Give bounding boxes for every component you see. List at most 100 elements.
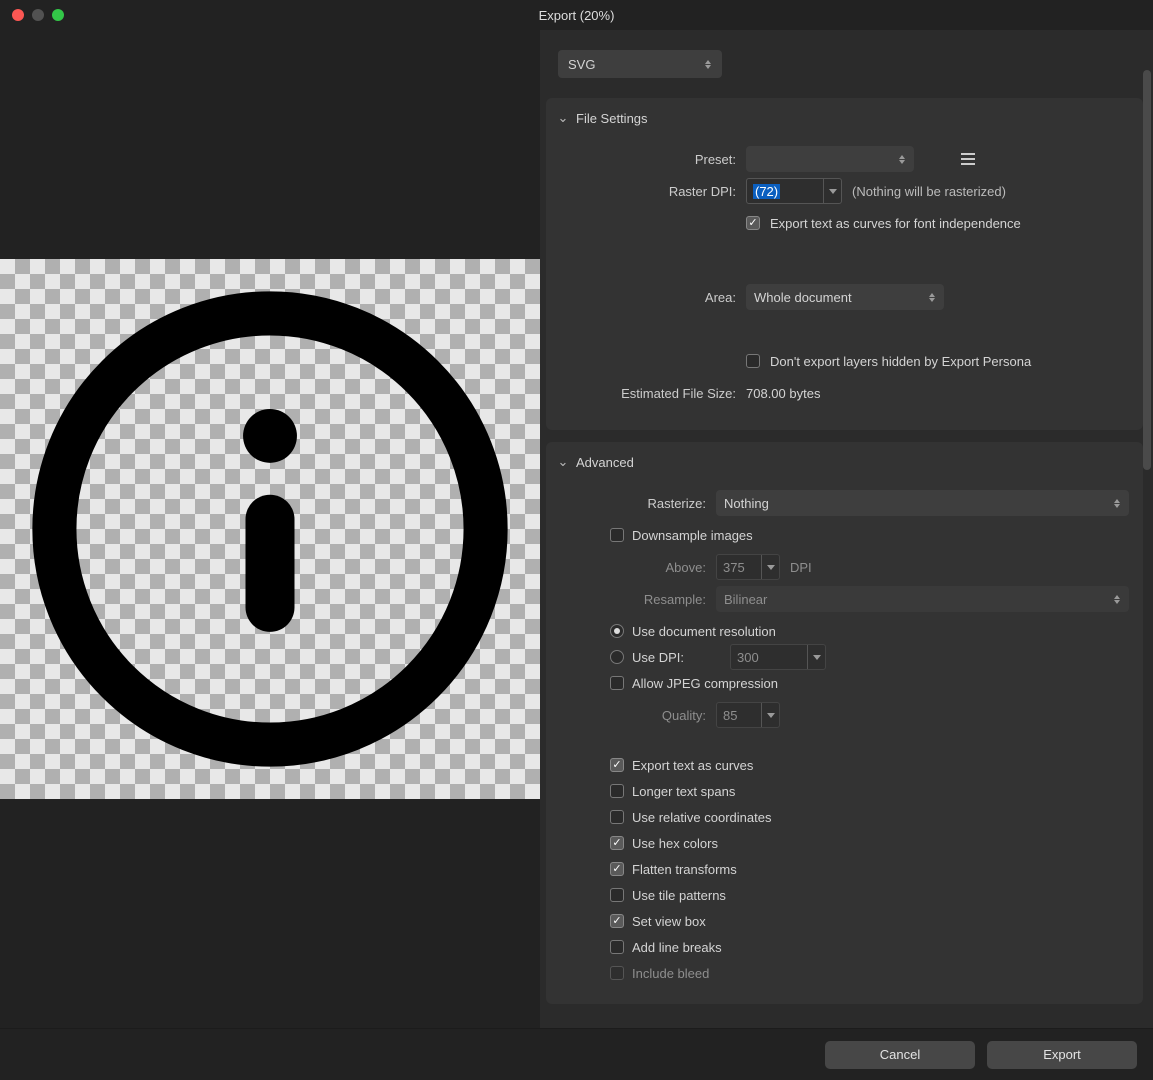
advanced-option-row: Export text as curves <box>610 752 1129 778</box>
quality-input[interactable]: 85 <box>716 702 780 728</box>
format-value: SVG <box>568 57 595 72</box>
advanced-option-label: Use relative coordinates <box>632 810 771 825</box>
advanced-option-checkbox <box>610 966 624 980</box>
info-icon <box>25 284 515 774</box>
above-input[interactable]: 375 <box>716 554 780 580</box>
raster-dpi-input[interactable]: (72) <box>746 178 842 204</box>
file-settings-section: ⌄ File Settings Preset: <box>546 98 1143 430</box>
area-value: Whole document <box>754 290 852 305</box>
stepper-arrows-icon <box>1113 595 1121 604</box>
preview-pane <box>0 30 540 1028</box>
advanced-option-label: Set view box <box>632 914 706 929</box>
advanced-option-label: Export text as curves <box>632 758 753 773</box>
use-dpi-label: Use DPI: <box>632 650 684 665</box>
advanced-option-checkbox[interactable] <box>610 758 624 772</box>
advanced-option-checkbox[interactable] <box>610 810 624 824</box>
advanced-option-row: Use relative coordinates <box>610 804 1129 830</box>
export-text-curves-label: Export text as curves for font independe… <box>770 216 1021 231</box>
use-dpi-radio[interactable] <box>610 650 624 664</box>
raster-dpi-value: (72) <box>753 184 780 199</box>
advanced-option-checkbox[interactable] <box>610 784 624 798</box>
settings-scroll[interactable]: ⌄ File Settings Preset: <box>540 98 1153 1028</box>
advanced-option-row: Flatten transforms <box>610 856 1129 882</box>
format-row: SVG <box>540 30 1153 98</box>
resample-dropdown[interactable]: Bilinear <box>716 586 1129 612</box>
allow-jpeg-checkbox[interactable] <box>610 676 624 690</box>
chevron-down-icon: ⌄ <box>556 110 570 126</box>
advanced-option-label: Use tile patterns <box>632 888 726 903</box>
quality-label: Quality: <box>556 708 716 723</box>
chevron-down-icon <box>813 655 821 660</box>
resample-label: Resample: <box>556 592 716 607</box>
rasterize-dropdown[interactable]: Nothing <box>716 490 1129 516</box>
section-title: Advanced <box>576 455 634 470</box>
hamburger-icon <box>961 153 975 165</box>
downsample-checkbox[interactable] <box>610 528 624 542</box>
dont-export-hidden-label: Don't export layers hidden by Export Per… <box>770 354 1031 369</box>
chevron-down-icon <box>829 189 837 194</box>
stepper-arrows-icon <box>928 293 936 302</box>
advanced-option-label: Use hex colors <box>632 836 718 851</box>
advanced-header[interactable]: ⌄ Advanced <box>556 452 1129 484</box>
dont-export-hidden-checkbox[interactable] <box>746 354 760 368</box>
stepper-arrows-icon <box>898 155 906 164</box>
estimated-size-label: Estimated File Size: <box>556 386 746 401</box>
export-dialog: Export (20%) SVG <box>0 0 1153 1080</box>
advanced-option-checkbox[interactable] <box>610 888 624 902</box>
cancel-label: Cancel <box>880 1047 920 1062</box>
export-button[interactable]: Export <box>987 1041 1137 1069</box>
cancel-button[interactable]: Cancel <box>825 1041 975 1069</box>
quality-value: 85 <box>723 708 761 723</box>
settings-pane: SVG ⌄ File Settings Preset: <box>540 30 1153 1028</box>
titlebar: Export (20%) <box>0 0 1153 30</box>
advanced-option-row: Add line breaks <box>610 934 1129 960</box>
export-text-curves-checkbox[interactable] <box>746 216 760 230</box>
advanced-option-row: Set view box <box>610 908 1129 934</box>
chevron-down-icon <box>767 713 775 718</box>
dialog-footer: Cancel Export <box>0 1028 1153 1080</box>
advanced-option-row: Use tile patterns <box>610 882 1129 908</box>
advanced-option-checkbox[interactable] <box>610 862 624 876</box>
preview-canvas <box>0 259 540 799</box>
above-value: 375 <box>723 560 761 575</box>
chevron-down-icon: ⌄ <box>556 454 570 470</box>
chevron-down-icon <box>767 565 775 570</box>
advanced-option-checkbox[interactable] <box>610 914 624 928</box>
advanced-option-label: Longer text spans <box>632 784 735 799</box>
advanced-option-row: Longer text spans <box>610 778 1129 804</box>
advanced-option-label: Include bleed <box>632 966 709 981</box>
window-title: Export (20%) <box>0 8 1153 23</box>
raster-dpi-label: Raster DPI: <box>556 184 746 199</box>
preset-menu-button[interactable] <box>956 147 980 171</box>
above-unit: DPI <box>790 560 812 575</box>
use-document-resolution-label: Use document resolution <box>632 624 776 639</box>
use-dpi-input[interactable]: 300 <box>730 644 826 670</box>
advanced-option-checkbox[interactable] <box>610 940 624 954</box>
stepper-arrows-icon <box>704 60 712 69</box>
export-label: Export <box>1043 1047 1081 1062</box>
area-label: Area: <box>556 290 746 305</box>
rasterize-value: Nothing <box>724 496 769 511</box>
resample-value: Bilinear <box>724 592 767 607</box>
advanced-option-label: Flatten transforms <box>632 862 737 877</box>
advanced-option-checkbox[interactable] <box>610 836 624 850</box>
scrollbar[interactable] <box>1143 70 1151 470</box>
downsample-label: Downsample images <box>632 528 753 543</box>
preset-dropdown[interactable] <box>746 146 914 172</box>
rasterize-label: Rasterize: <box>556 496 716 511</box>
use-dpi-value: 300 <box>737 650 807 665</box>
advanced-option-row: Include bleed <box>610 960 1129 986</box>
allow-jpeg-label: Allow JPEG compression <box>632 676 778 691</box>
area-dropdown[interactable]: Whole document <box>746 284 944 310</box>
preset-label: Preset: <box>556 152 746 167</box>
raster-dpi-note: (Nothing will be rasterized) <box>852 184 1006 199</box>
dialog-body: SVG ⌄ File Settings Preset: <box>0 30 1153 1028</box>
section-title: File Settings <box>576 111 648 126</box>
advanced-section: ⌄ Advanced Rasterize: Nothing <box>546 442 1143 1004</box>
advanced-option-label: Add line breaks <box>632 940 722 955</box>
above-label: Above: <box>556 560 716 575</box>
file-settings-header[interactable]: ⌄ File Settings <box>556 108 1129 140</box>
format-dropdown[interactable]: SVG <box>558 50 722 78</box>
use-document-resolution-radio[interactable] <box>610 624 624 638</box>
advanced-option-row: Use hex colors <box>610 830 1129 856</box>
